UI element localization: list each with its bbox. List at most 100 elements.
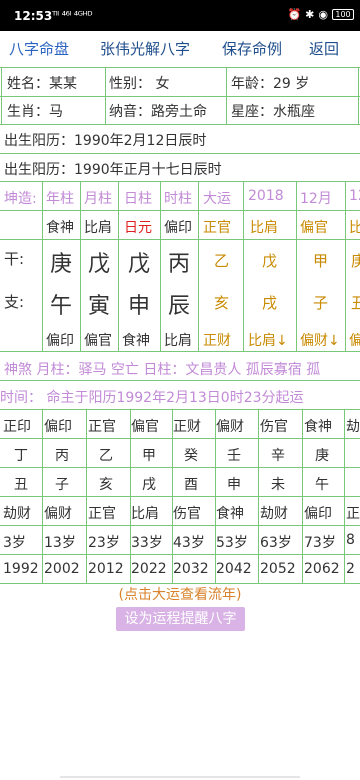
info-age: 年龄：29 岁 [231,76,310,92]
divider [0,124,360,125]
wifi-icon: ◉ [318,8,328,21]
dayun-year[interactable]: 2032 [173,561,209,577]
dayun-age[interactable]: 3岁 [3,532,26,552]
dayun-zhi[interactable]: 申 [227,474,241,494]
dayun-age[interactable]: 43岁 [173,532,205,552]
dayun-zhi[interactable]: 未 [271,474,285,494]
pillar-header: 日柱 [124,191,152,207]
divider [118,182,119,351]
gan-label: 干: [4,250,25,268]
dayun-canggan[interactable]: 正 [346,503,360,523]
dayun-gan[interactable]: 辛 [271,445,285,465]
divider [198,182,199,351]
dayun-zhi[interactable]: 丑 [14,474,28,494]
divider [0,351,360,352]
dayun-gan[interactable]: 乙 [99,445,113,465]
pillar-shishen: 比肩 [250,220,278,236]
dayun-year[interactable]: 2022 [131,561,167,577]
dayun-canggan[interactable]: 伤官 [173,503,201,523]
dayun-year[interactable]: 1992 [3,561,39,577]
dayun-shishen[interactable]: 劫 [346,416,360,436]
dayun-canggan[interactable]: 比肩 [131,503,159,523]
pillar-canggan: 比肩 [164,333,192,349]
divider [258,409,259,583]
tab-zhang-analysis[interactable]: 张伟光解八字 [100,38,190,59]
dayun-year[interactable]: 2 [346,561,355,577]
dayun-shishen[interactable]: 偏财 [216,416,244,436]
dayun-shishen[interactable]: 正财 [173,416,201,436]
status-time: 12:53 [14,9,53,23]
dayun-shishen[interactable]: 正印 [3,416,31,436]
dayun-zhi: 亥 [214,294,230,312]
dayun-shishen[interactable]: 伤官 [260,416,288,436]
pillar-header: 12 [349,188,360,204]
divider [302,409,303,583]
set-reminder-button[interactable]: 设为运程提醒八字 [116,607,245,631]
dayun-age[interactable]: 13岁 [44,532,76,552]
dayun-gan[interactable]: 丁 [14,445,28,465]
pillar-canggan: 正财 [203,333,231,349]
dayun-age[interactable]: 23岁 [88,532,120,552]
tab-bazi-chart[interactable]: 八字命盘 [9,38,69,59]
birth-lunar: 出生阳历：1990年正月十七日辰时 [4,162,222,178]
divider [0,467,360,468]
dayun-zhi[interactable]: 亥 [99,474,113,494]
dayun-shishen[interactable]: 食神 [304,416,332,436]
divider [0,496,360,497]
dayun-year[interactable]: 2062 [304,561,340,577]
divider [80,182,81,351]
dayun-gan[interactable]: 庚 [315,445,329,465]
dayun-canggan[interactable]: 正官 [88,503,116,523]
dayun-canggan[interactable]: 劫财 [260,503,288,523]
divider [105,67,106,124]
dayun-canggan[interactable]: 偏财 [44,503,72,523]
dayun-canggan[interactable]: 劫财 [3,503,31,523]
dayun-age[interactable]: 53岁 [216,532,248,552]
pillar-gan: 戊 [88,252,111,277]
divider [0,153,360,154]
dayun-gan[interactable]: 丙 [55,445,69,465]
back-button[interactable]: 返回 [309,38,339,59]
dayun-canggan[interactable]: 偏印 [304,503,332,523]
liuyue-zhi: 子 [313,294,329,312]
dayun-shishen[interactable]: 正官 [88,416,116,436]
pillar-header: 2018 [248,188,284,204]
pillar-canggan: 偏财 [349,333,360,349]
divider [0,67,360,68]
dayun-canggan[interactable]: 食神 [216,503,244,523]
pillar-header: 年柱 [46,191,74,207]
dayun-gan[interactable]: 癸 [184,445,198,465]
liunian-zhi: 戌 [262,294,278,312]
divider [0,438,360,439]
dayun-hint: (点击大运查看流年) [118,587,242,603]
battery-icon: 100 [332,9,354,20]
dayun-gan[interactable]: 甲 [142,445,156,465]
dayun-age[interactable]: 63岁 [260,532,292,552]
pillar-gan: 戊 [128,252,151,277]
dayun-zhi[interactable]: 酉 [184,474,198,494]
dayun-zhi[interactable]: 子 [55,474,69,494]
dayun-zhi[interactable]: 戌 [142,474,156,494]
tab-save-case[interactable]: 保存命例 [222,38,282,59]
dayun-year[interactable]: 2002 [44,561,80,577]
pillar-canggan: 比肩↓ [248,333,288,349]
pillar-canggan: 食神 [122,333,150,349]
dayun-shishen[interactable]: 偏印 [44,416,72,436]
dayun-gan[interactable]: 壬 [227,445,241,465]
dayun-age[interactable]: 8 [346,532,355,548]
dayun-age[interactable]: 33岁 [131,532,163,552]
dayun-shishen[interactable]: 偏官 [131,416,159,436]
divider [0,181,360,182]
dayun-zhi[interactable]: 午 [315,474,329,494]
dayun-year[interactable]: 2052 [260,561,296,577]
dayun-gan: 乙 [214,252,230,270]
liuri-zhi: 丑 [351,294,360,312]
pillar-gan: 庚 [50,252,73,277]
pillar-shishen: 偏印 [164,220,192,236]
divider [296,182,297,351]
dayun-year[interactable]: 2042 [216,561,252,577]
dayun-year[interactable]: 2012 [88,561,124,577]
divider [226,67,227,124]
divider [0,525,360,526]
dayun-age[interactable]: 73岁 [304,532,336,552]
